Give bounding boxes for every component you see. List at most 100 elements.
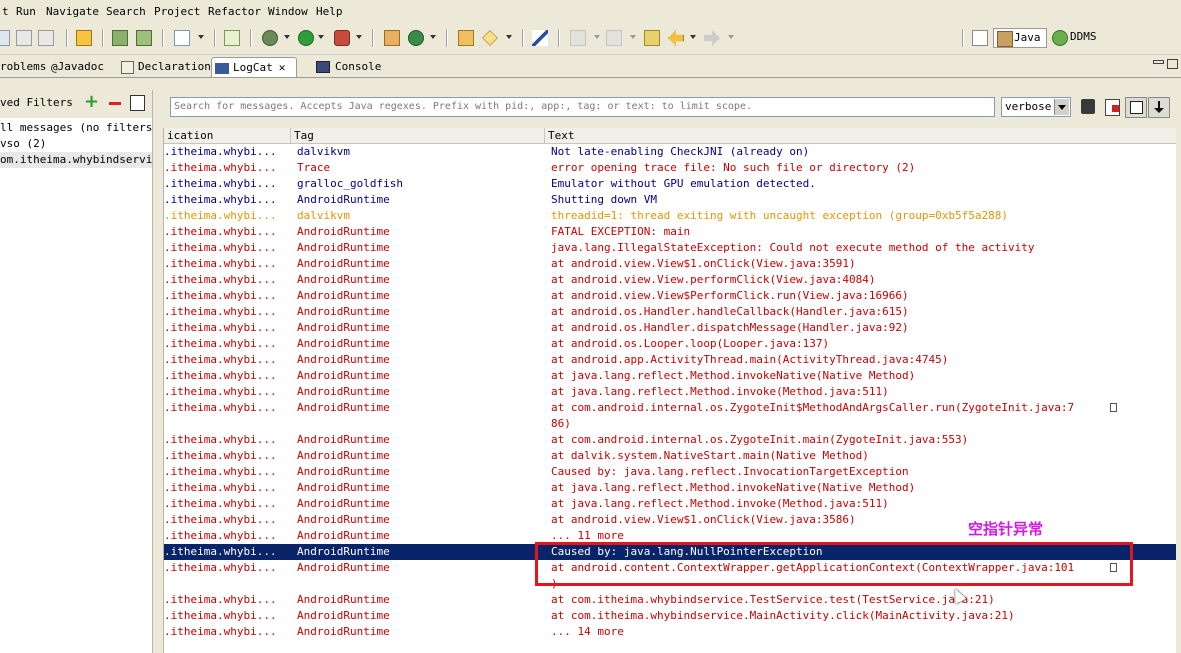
chevron-down-icon[interactable] bbox=[284, 35, 290, 39]
avd-manager-icon[interactable] bbox=[136, 30, 152, 46]
table-row[interactable]: .itheima.whybi... gralloc_goldfish Emulato… bbox=[164, 176, 1177, 192]
previous-annotation-icon[interactable] bbox=[606, 30, 622, 46]
table-row[interactable]: .itheima.whybi... AndroidRuntime FATAL EXC… bbox=[164, 224, 1177, 240]
table-row[interactable]: .itheima.whybi... AndroidRuntime at com.it… bbox=[164, 608, 1177, 624]
table-row[interactable]: .itheima.whybi... AndroidRuntime ... 14 mo… bbox=[164, 624, 1177, 640]
clear-log-icon[interactable] bbox=[1105, 99, 1120, 116]
chevron-down-icon[interactable] bbox=[1054, 99, 1069, 115]
table-row[interactable]: .itheima.whybi... AndroidRuntime at androi… bbox=[164, 320, 1177, 336]
search-icon[interactable] bbox=[482, 30, 498, 46]
table-row[interactable]: .itheima.whybi... dalvikvm Not late-enabli… bbox=[164, 144, 1177, 160]
new-java-package-icon[interactable] bbox=[384, 30, 400, 46]
table-row[interactable]: 86) bbox=[164, 416, 1177, 432]
android-sdk-icon[interactable] bbox=[112, 30, 128, 46]
table-row[interactable]: .itheima.whybi... AndroidRuntime at dalvik… bbox=[164, 448, 1177, 464]
cell-tag: AndroidRuntime bbox=[297, 385, 390, 398]
table-row[interactable]: .itheima.whybi... AndroidRuntime Shutting … bbox=[164, 192, 1177, 208]
table-row[interactable]: .itheima.whybi... AndroidRuntime at java.l… bbox=[164, 368, 1177, 384]
table-row[interactable]: .itheima.whybi... AndroidRuntime at androi… bbox=[164, 336, 1177, 352]
close-icon[interactable]: ✕ bbox=[279, 61, 286, 74]
back-arrow-icon[interactable] bbox=[668, 30, 684, 46]
open-perspective-icon[interactable] bbox=[972, 30, 988, 46]
cell-application: .itheima.whybi... bbox=[164, 145, 277, 158]
filter-item[interactable]: vso (2) bbox=[0, 136, 152, 152]
edit-filter-icon[interactable] bbox=[130, 95, 145, 111]
new-android-project-icon[interactable] bbox=[224, 30, 240, 46]
menu-navigate[interactable]: Navigate bbox=[46, 5, 99, 19]
menu-run[interactable]: Run bbox=[16, 5, 36, 19]
column-text[interactable]: Text bbox=[545, 128, 1177, 143]
chevron-down-icon[interactable] bbox=[430, 35, 436, 39]
tab-logcat[interactable]: LogCat ✕ bbox=[211, 57, 297, 77]
column-tag[interactable]: Tag bbox=[291, 128, 545, 143]
table-row[interactable]: .itheima.whybi... AndroidRuntime at com.an… bbox=[164, 432, 1177, 448]
forward-arrow-icon[interactable] bbox=[704, 30, 720, 46]
table-row[interactable]: .itheima.whybi... AndroidRuntime at com.an… bbox=[164, 400, 1177, 416]
chevron-down-icon[interactable] bbox=[198, 35, 204, 39]
briefcase-icon[interactable] bbox=[76, 30, 92, 46]
vertical-scrollbar[interactable] bbox=[1176, 128, 1181, 653]
chevron-down-icon[interactable] bbox=[690, 35, 696, 39]
table-row[interactable]: .itheima.whybi... AndroidRuntime at androi… bbox=[164, 304, 1177, 320]
chevron-down-icon[interactable] bbox=[630, 35, 636, 39]
checkbox-icon[interactable] bbox=[174, 30, 190, 46]
chevron-down-icon[interactable] bbox=[356, 35, 362, 39]
tab-console[interactable]: Console bbox=[313, 57, 381, 77]
table-row[interactable]: .itheima.whybi... AndroidRuntime at java.l… bbox=[164, 384, 1177, 400]
toggle-filters-icon[interactable] bbox=[1125, 97, 1147, 118]
sash[interactable] bbox=[155, 128, 163, 653]
tab-javadoc[interactable]: @ Javadoc bbox=[48, 57, 114, 77]
scroll-lock-icon[interactable] bbox=[1148, 97, 1170, 118]
menu-refactor[interactable]: Refactor bbox=[208, 5, 261, 19]
chevron-down-icon[interactable] bbox=[594, 35, 600, 39]
minimize-icon[interactable] bbox=[1153, 60, 1164, 64]
save-icon[interactable] bbox=[0, 30, 10, 46]
menu-help[interactable]: Help bbox=[316, 5, 343, 19]
chevron-down-icon[interactable] bbox=[318, 35, 324, 39]
save-all-icon[interactable] bbox=[16, 30, 32, 46]
cell-text: at java.lang.reflect.Method.invoke(Metho… bbox=[551, 385, 889, 398]
add-filter-icon[interactable]: + bbox=[84, 91, 99, 112]
table-row[interactable]: .itheima.whybi... Trace error opening trac… bbox=[164, 160, 1177, 176]
chevron-down-icon[interactable] bbox=[728, 35, 734, 39]
maximize-icon[interactable] bbox=[1167, 59, 1178, 69]
table-row[interactable]: .itheima.whybi... AndroidRuntime at java.l… bbox=[164, 480, 1177, 496]
table-row[interactable]: .itheima.whybi... dalvikvm threadid=1: thr… bbox=[164, 208, 1177, 224]
log-level-select[interactable]: verbose bbox=[1001, 97, 1071, 117]
column-application[interactable]: ication bbox=[164, 128, 291, 143]
tab-problems[interactable]: roblems bbox=[0, 57, 46, 77]
menu-window[interactable]: Window bbox=[268, 5, 308, 19]
table-row[interactable]: .itheima.whybi... AndroidRuntime java.lang… bbox=[164, 240, 1177, 256]
last-edit-location-icon[interactable] bbox=[644, 30, 660, 46]
next-annotation-icon[interactable] bbox=[570, 30, 586, 46]
table-row[interactable]: .itheima.whybi... AndroidRuntime at androi… bbox=[164, 272, 1177, 288]
new-java-class-icon[interactable] bbox=[408, 30, 424, 46]
tab-declaration[interactable]: Declaration bbox=[118, 57, 211, 77]
filter-item[interactable]: ll messages (no filters) bbox=[0, 120, 152, 136]
open-type-icon[interactable] bbox=[458, 30, 474, 46]
table-row[interactable]: .itheima.whybi... AndroidRuntime at androi… bbox=[164, 256, 1177, 272]
cell-application: .itheima.whybi... bbox=[164, 529, 277, 542]
print-icon[interactable] bbox=[38, 30, 54, 46]
menu-edit[interactable]: t bbox=[2, 5, 9, 19]
perspective-ddms[interactable]: DDMS bbox=[1050, 28, 1110, 48]
save-log-icon[interactable] bbox=[1081, 99, 1095, 114]
menu-project[interactable]: Project bbox=[154, 5, 200, 19]
search-input[interactable]: Search for messages. Accepts Java regexe… bbox=[170, 97, 995, 117]
perspective-java[interactable]: Java bbox=[993, 28, 1047, 48]
remove-filter-icon[interactable] bbox=[109, 102, 121, 105]
cell-tag: AndroidRuntime bbox=[297, 289, 390, 302]
debug-icon[interactable] bbox=[262, 30, 278, 46]
chevron-down-icon[interactable] bbox=[506, 35, 512, 39]
table-row[interactable]: .itheima.whybi... AndroidRuntime at androi… bbox=[164, 352, 1177, 368]
menu-search[interactable]: Search bbox=[106, 5, 146, 19]
table-row[interactable]: .itheima.whybi... AndroidRuntime at com.it… bbox=[164, 592, 1177, 608]
table-row[interactable]: .itheima.whybi... AndroidRuntime Caused by… bbox=[164, 464, 1177, 480]
filter-item[interactable]: om.itheima.whybindservice bbox=[0, 152, 152, 168]
external-tools-icon[interactable] bbox=[334, 30, 350, 46]
table-row[interactable]: .itheima.whybi... AndroidRuntime at androi… bbox=[164, 288, 1177, 304]
cell-tag: AndroidRuntime bbox=[297, 609, 390, 622]
mark-occurrences-icon[interactable] bbox=[532, 30, 548, 46]
run-icon[interactable] bbox=[298, 30, 314, 46]
table-row[interactable]: .itheima.whybi... AndroidRuntime at java.l… bbox=[164, 496, 1177, 512]
